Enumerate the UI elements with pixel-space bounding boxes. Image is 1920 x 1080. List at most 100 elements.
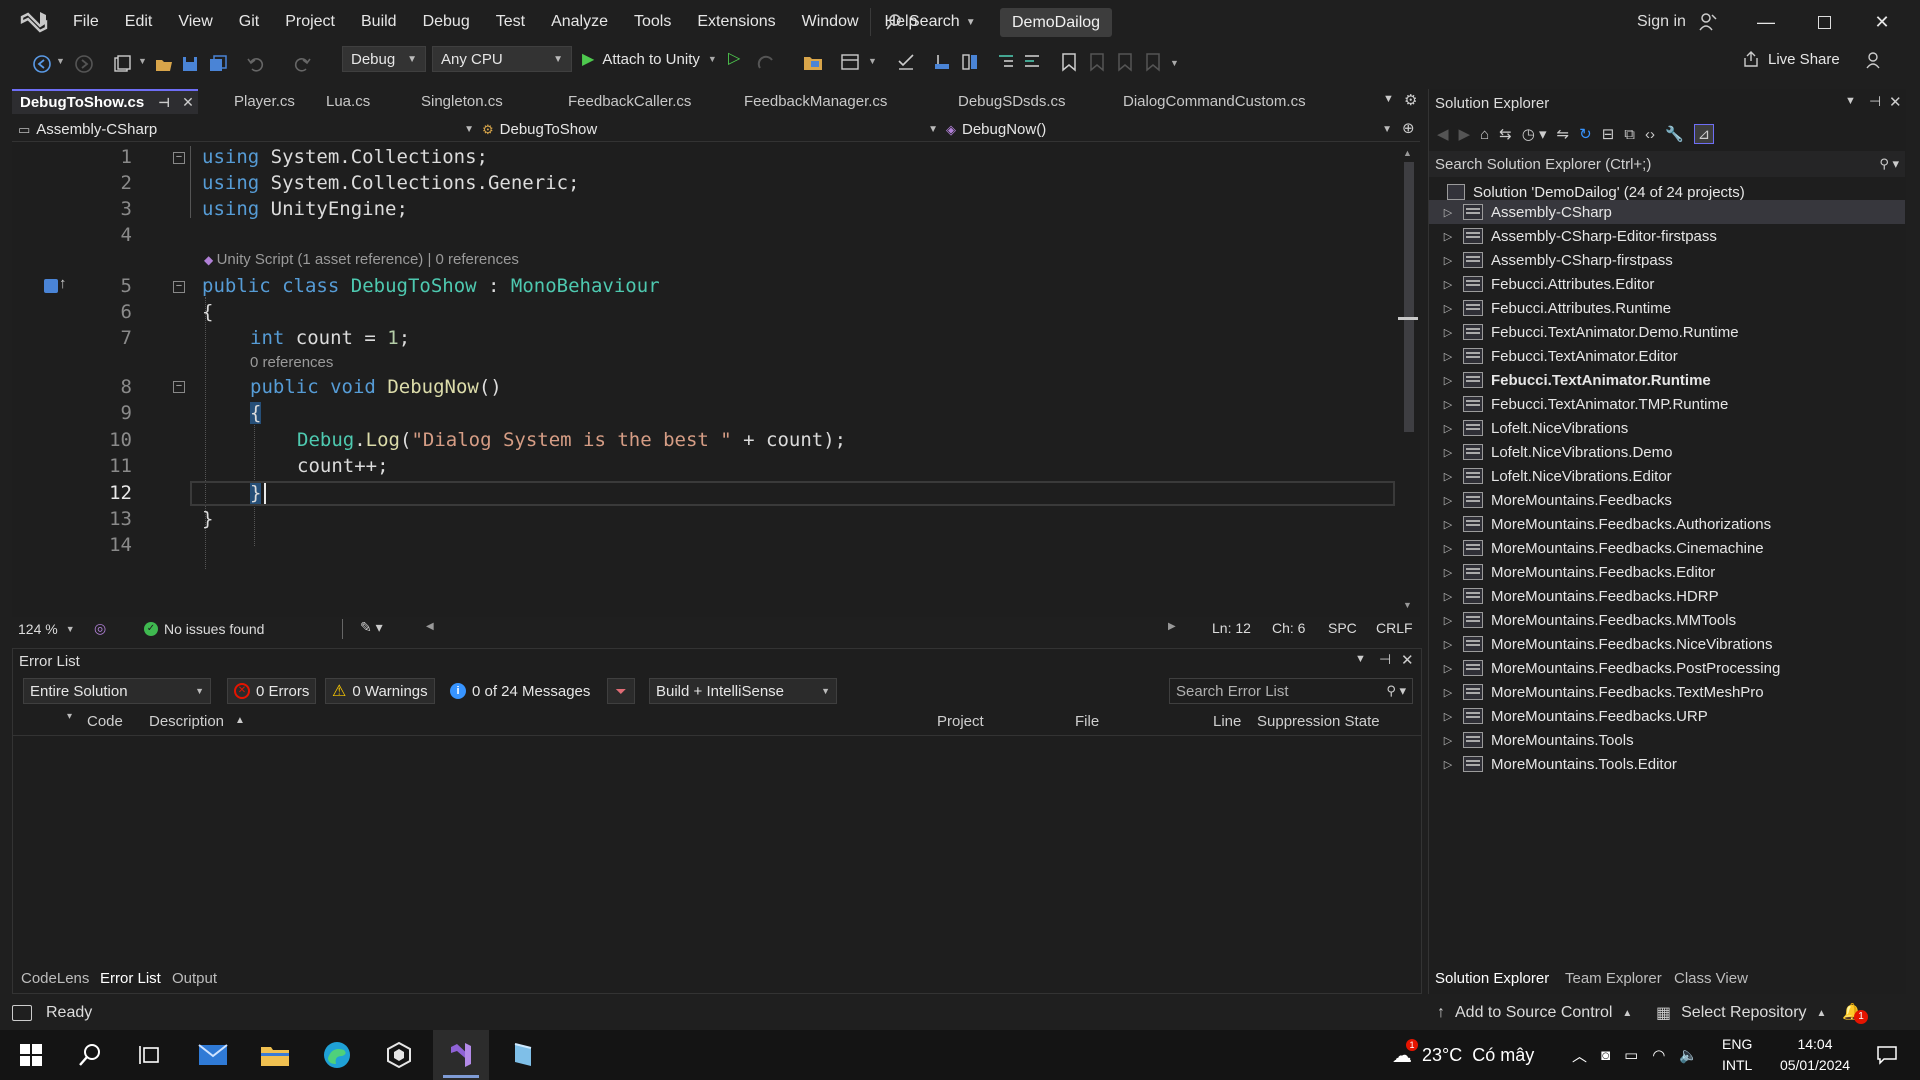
unity-message-icon[interactable] [44,279,58,293]
project-node[interactable]: ▷ MoreMountains.Feedbacks.URP [1429,704,1905,728]
add-to-source-control-button[interactable]: ↑ Add to Source Control ▲ [1437,1002,1632,1024]
start-button[interactable] [3,1030,59,1080]
scroll-down-icon[interactable]: ▼ [1403,600,1412,610]
expand-arrow-icon[interactable]: ▷ [1433,302,1463,315]
project-dropdown[interactable]: ▭ Assembly-CSharp ▼ [18,117,478,142]
project-node[interactable]: ▷ Assembly-CSharp [1429,200,1905,224]
project-node[interactable]: ▷ MoreMountains.Tools.Editor [1429,752,1905,776]
clear-bookmarks-icon[interactable] [1144,52,1162,72]
column-header-file[interactable]: File [1075,713,1099,730]
pinned-app-button[interactable] [495,1030,551,1080]
minimize-button[interactable]: — [1737,0,1795,44]
menu-window[interactable]: Window [789,13,872,31]
tab-singleton-cs[interactable]: Singleton.cs [413,89,503,114]
hot-reload-icon[interactable] [756,54,776,74]
project-node[interactable]: ▷ Febucci.TextAnimator.Runtime [1429,368,1905,392]
menu-test[interactable]: Test [483,13,538,31]
edge-browser-button[interactable] [309,1030,365,1080]
chevron-down-icon[interactable]: ▼ [138,56,147,66]
expand-arrow-icon[interactable]: ▷ [1433,518,1463,531]
build-filter-dropdown[interactable]: Build + IntelliSense ▼ [649,678,837,704]
layout-icon[interactable] [840,52,860,72]
show-all-files-icon[interactable]: ⧉ [1624,126,1635,143]
battery-icon[interactable]: ▭ [1624,1046,1638,1064]
prev-bookmark-icon[interactable] [1088,52,1106,72]
close-window-button[interactable]: ✕ [1853,0,1911,44]
code-cleanup-icon[interactable]: ✎ ▾ [360,619,383,636]
tab-feedbackcaller-cs[interactable]: FeedbackCaller.cs [560,89,691,114]
project-node[interactable]: ▷ Febucci.TextAnimator.Demo.Runtime [1429,320,1905,344]
copilot-icon[interactable]: ◎ [94,620,106,637]
column-indicator[interactable]: Ch: 6 [1272,620,1305,636]
switch-views-icon[interactable]: ⇆ [1499,125,1512,143]
project-node[interactable]: ▷ MoreMountains.Feedbacks.Cinemachine [1429,536,1905,560]
scroll-up-icon[interactable]: ▲ [1403,148,1412,158]
expand-arrow-icon[interactable]: ▷ [1433,494,1463,507]
project-node[interactable]: ▷ Lofelt.NiceVibrations.Editor [1429,464,1905,488]
member-dropdown[interactable]: ◈ DebugNow() ▼ [946,117,1396,142]
expand-arrow-icon[interactable]: ▷ [1433,662,1463,675]
input-language-indicator[interactable]: ENG INTL [1722,1034,1762,1076]
expand-arrow-icon[interactable]: ▷ [1433,254,1463,267]
solution-folder-icon[interactable] [802,52,824,72]
live-share-button[interactable]: Live Share [1742,46,1840,72]
taskbar-search-button[interactable] [62,1030,118,1080]
expand-arrow-icon[interactable]: ▷ [1433,350,1463,363]
filter-button[interactable]: ⏷ [607,678,635,704]
collapse-icon[interactable]: − [173,152,185,164]
expand-arrow-icon[interactable]: ▷ [1433,614,1463,627]
collapse-icon[interactable]: − [173,281,185,293]
tab-dialogcommandcustom-cs[interactable]: DialogCommandCustom.cs [1115,89,1306,114]
open-folder-icon[interactable] [154,54,174,74]
expand-arrow-icon[interactable]: ▷ [1433,758,1463,771]
code-editor[interactable]: 1 2 3 4 5 6 7 8 9 10 11 12 13 14 ↑ − − −… [12,142,1420,617]
weather-widget[interactable]: ☁ 1 23°C Có mây [1392,1038,1534,1070]
global-search-button[interactable]: Search ▼ [885,8,976,36]
navigate-forward-icon[interactable] [74,54,94,74]
project-node[interactable]: ▷ MoreMountains.Feedbacks.TextMeshPro [1429,680,1905,704]
warnings-filter-button[interactable]: ⚠ 0 Warnings [325,678,435,704]
gear-icon[interactable]: ⚙ [1404,91,1417,109]
close-icon[interactable]: ✕ [1401,651,1414,669]
project-node[interactable]: ▷ Febucci.Attributes.Editor [1429,272,1905,296]
show-hidden-icons-icon[interactable]: ︿ [1572,1045,1587,1066]
next-bookmark-icon[interactable] [1116,52,1134,72]
forward-icon[interactable]: ▶ [1459,125,1471,143]
expand-arrow-icon[interactable]: ▷ [1433,566,1463,579]
preview-selected-icon[interactable]: ⊿ [1693,124,1715,144]
close-icon[interactable]: ✕ [182,94,194,111]
column-header-project[interactable]: Project [937,713,984,730]
outdent-icon[interactable] [1022,52,1042,72]
configuration-dropdown[interactable]: Debug ▼ [342,46,426,72]
expand-arrow-icon[interactable]: ▷ [1433,230,1463,243]
zoom-dropdown[interactable]: 124 % ▼ [18,619,75,639]
chevron-down-icon[interactable]: ▼ [868,56,877,66]
column-header-line[interactable]: Line [1213,713,1241,730]
undo-icon[interactable] [246,54,266,74]
tab-debugtoshow-cs[interactable]: DebugToShow.cs ⊣ ✕ [12,89,198,114]
redo-icon[interactable] [292,54,312,74]
menu-build[interactable]: Build [348,13,410,31]
line-indicator[interactable]: Ln: 12 [1212,620,1251,636]
expand-arrow-icon[interactable]: ▷ [1433,374,1463,387]
project-node[interactable]: ▷ MoreMountains.Feedbacks.Editor [1429,560,1905,584]
whitespace-indicator[interactable]: SPC [1328,620,1357,636]
tab-solution-explorer[interactable]: Solution Explorer [1435,970,1549,987]
editor-vertical-scrollbar[interactable]: ▲ ▼ [1398,142,1418,617]
start-without-debugging-icon[interactable]: ▷ [728,48,740,68]
expand-arrow-icon[interactable]: ▷ [1433,206,1463,219]
menu-debug[interactable]: Debug [410,13,483,31]
codelens-class-references[interactable]: ◆ Unity Script (1 asset reference) | 0 r… [204,251,519,268]
expand-arrow-icon[interactable]: ▷ [1433,686,1463,699]
task-view-button[interactable] [122,1030,178,1080]
class-dropdown[interactable]: ⚙ DebugToShow ▼ [482,117,942,142]
scope-dropdown[interactable]: Entire Solution ▼ [23,678,211,704]
expand-arrow-icon[interactable]: ▷ [1433,710,1463,723]
column-header-code[interactable]: Code [87,713,123,730]
expand-arrow-icon[interactable]: ▷ [1433,542,1463,555]
unity-hub-button[interactable] [371,1030,427,1080]
errors-filter-button[interactable]: ✕ 0 Errors [227,678,317,704]
output-icon[interactable] [12,1005,32,1021]
step-into-icon[interactable] [932,52,952,72]
panel-options-icon[interactable]: ▼ [1355,653,1366,665]
